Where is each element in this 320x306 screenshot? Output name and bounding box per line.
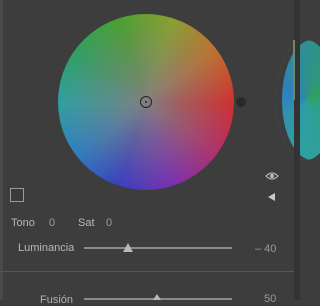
blending-value[interactable]: 50 [264, 293, 276, 305]
saturation-label: Sat [78, 217, 95, 229]
panel-left-edge [0, 0, 3, 300]
panel-scrollbar-thumb[interactable] [293, 40, 295, 100]
luminance-label: Luminancia [18, 242, 75, 254]
wheel-luminance-handle[interactable] [236, 97, 246, 107]
color-grading-panel: Tono 0 Sat 0 Luminancia – 40 Fusión 50 [0, 0, 320, 306]
luminance-slider-thumb[interactable] [123, 243, 134, 252]
section-divider [0, 271, 294, 272]
blending-label: Fusión [40, 294, 74, 306]
eye-icon[interactable] [265, 171, 279, 181]
saturation-value[interactable]: 0 [106, 217, 112, 229]
luminance-value[interactable]: – 40 [255, 243, 276, 255]
triangle-left-icon[interactable] [267, 192, 277, 202]
blending-slider-thumb[interactable] [153, 294, 161, 300]
hue-value[interactable]: 0 [49, 217, 55, 229]
hue-label: Tono [11, 217, 35, 229]
luminance-slider-track[interactable] [84, 247, 232, 249]
color-wheel[interactable] [58, 14, 234, 190]
color-wheel-handle-dot [145, 101, 147, 103]
color-wheel-handle[interactable] [140, 96, 152, 108]
color-swatch[interactable] [10, 188, 24, 202]
